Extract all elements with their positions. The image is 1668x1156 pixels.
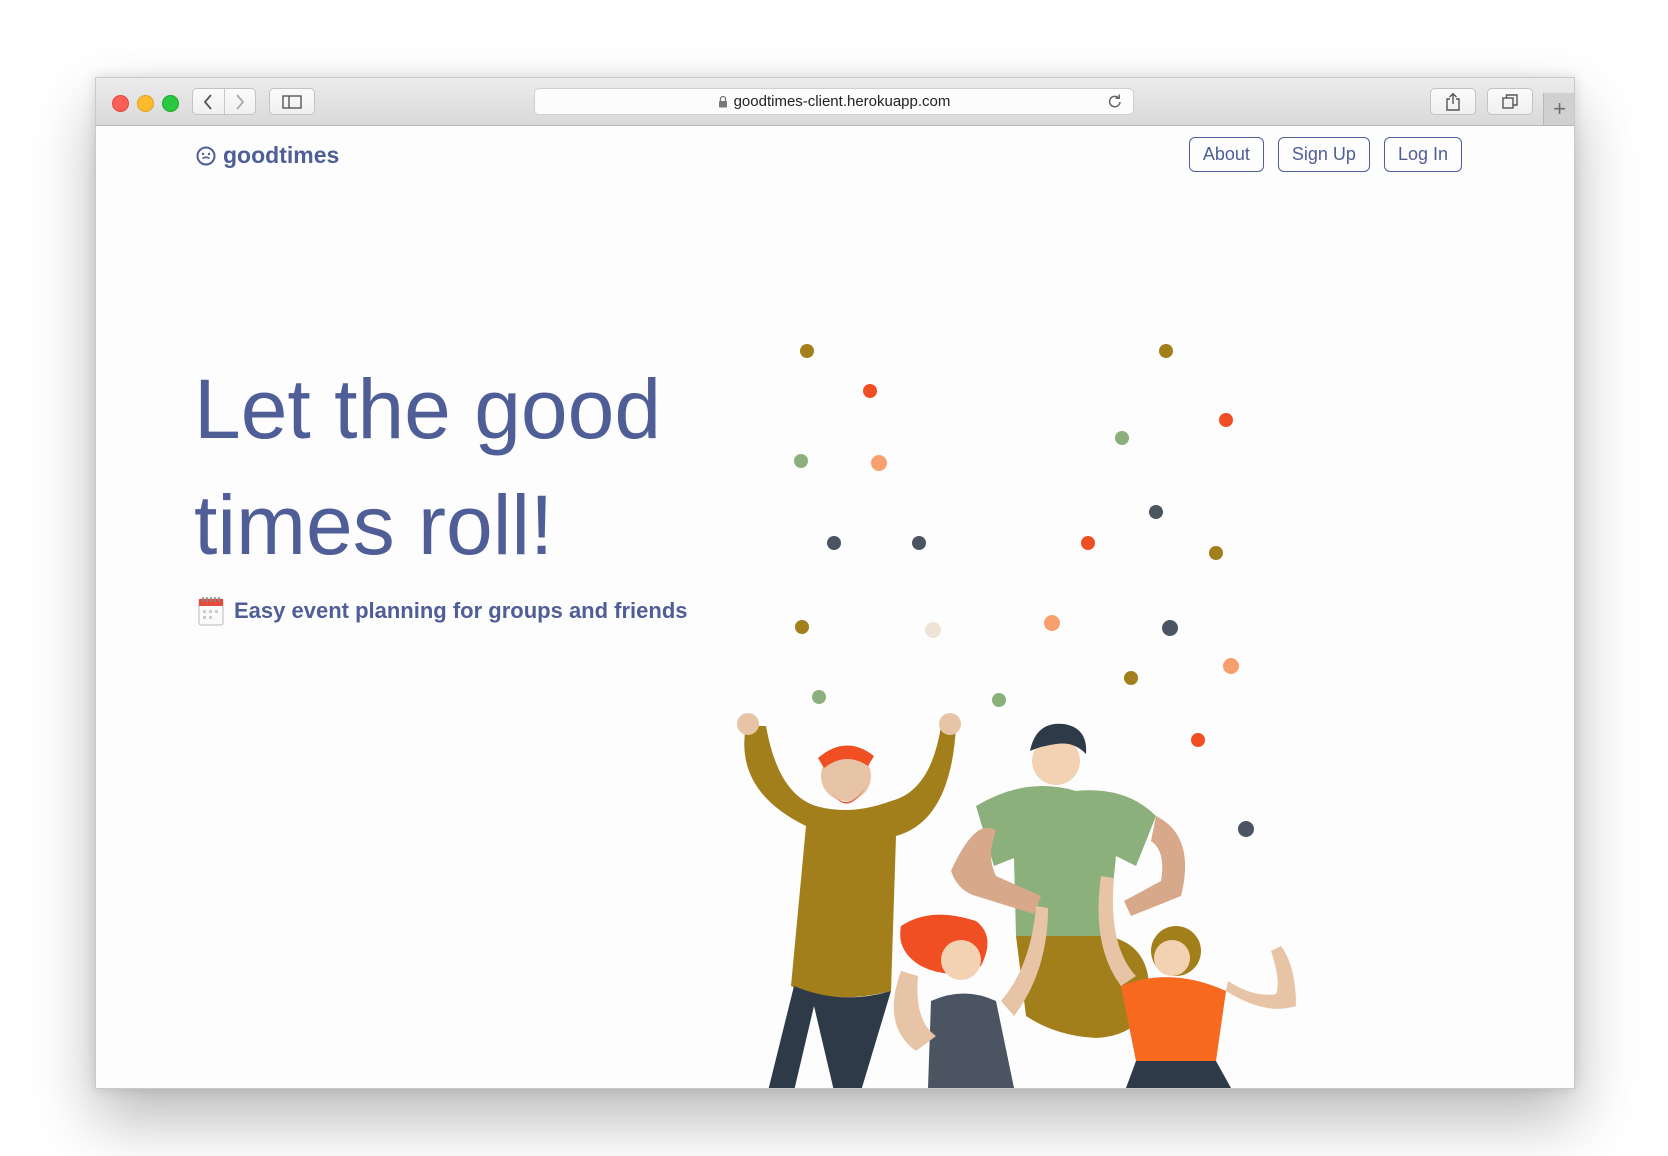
url-text: goodtimes-client.herokuapp.com [733,93,951,110]
tagline: Easy event planning for groups and frien… [198,596,688,626]
browser-window: goodtimes-client.herokuapp.com + goodtim… [95,77,1575,1089]
site-logo[interactable]: goodtimes [196,142,339,169]
about-button[interactable]: About [1188,137,1264,172]
history-nav [192,88,256,115]
sidebar-icon [282,94,302,109]
new-tab-button[interactable]: + [1543,93,1574,125]
tagline-text: Easy event planning for groups and frien… [234,598,688,623]
hero-title-line-1: Let the good [194,362,662,456]
sidebar-toggle-button[interactable] [269,88,315,115]
web-page: goodtimes About Sign Up Log In Let the g… [96,126,1574,1088]
reload-icon[interactable] [1107,93,1123,110]
close-window-button[interactable] [112,95,129,112]
dancing-friends-illustration [737,344,1296,1088]
smiley-logo-icon [196,146,216,165]
lock-icon [718,95,728,108]
forward-button[interactable] [223,89,256,114]
calendar-icon [198,597,224,626]
address-bar[interactable]: goodtimes-client.herokuapp.com [534,88,1134,115]
hero-title: Let the good times roll! [194,351,754,583]
sign-up-button[interactable]: Sign Up [1277,137,1370,172]
share-icon [1446,92,1460,111]
browser-toolbar: goodtimes-client.herokuapp.com + [96,78,1574,126]
chevron-left-icon [204,93,212,110]
plus-icon: + [1553,96,1566,121]
chevron-right-icon [236,93,244,110]
share-button[interactable] [1430,88,1476,115]
log-in-button[interactable]: Log In [1383,137,1462,172]
logo-text: goodtimes [223,142,340,168]
maximize-window-button[interactable] [162,95,179,112]
tabs-icon [1502,94,1518,109]
show-tabs-button[interactable] [1487,88,1533,115]
back-button[interactable] [193,89,224,114]
top-nav: About Sign Up Log In [1188,137,1462,172]
minimize-window-button[interactable] [137,95,154,112]
hero-title-line-2: times roll! [194,478,554,572]
